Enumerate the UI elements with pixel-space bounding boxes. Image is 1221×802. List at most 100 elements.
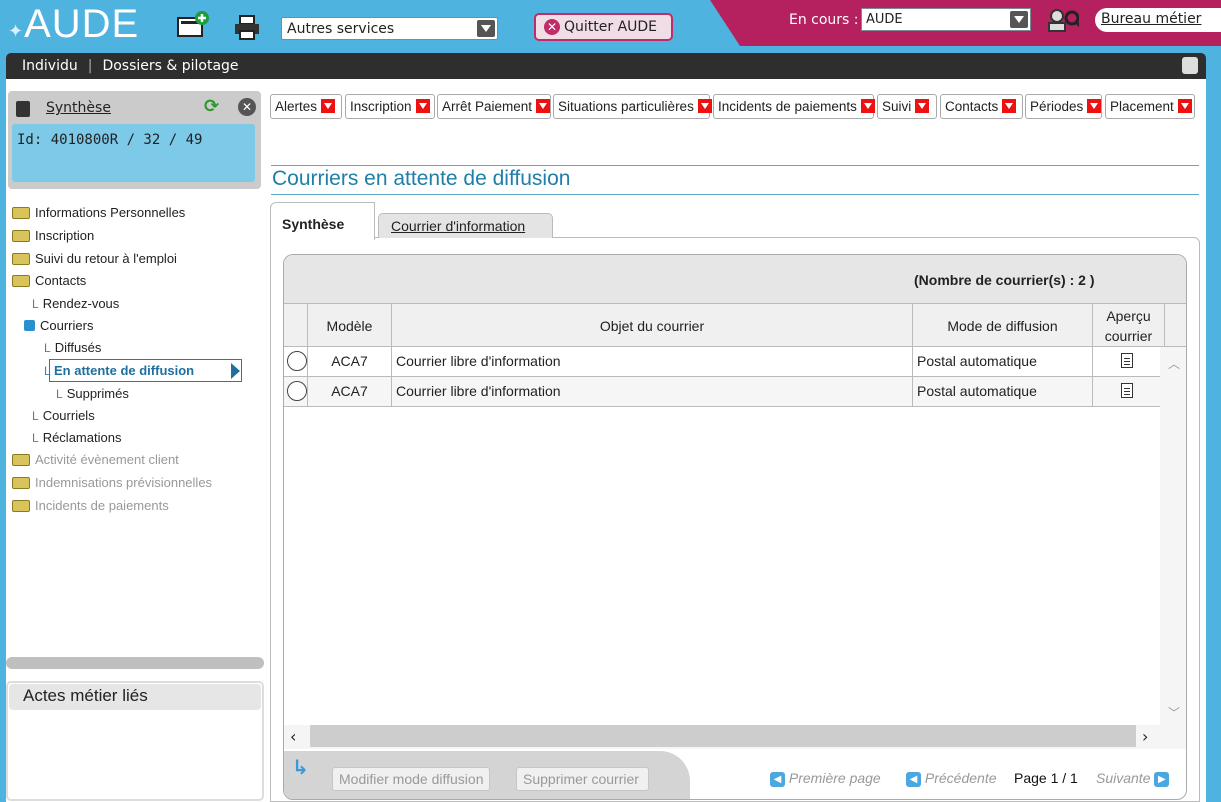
collapse-icon[interactable]: [24, 320, 35, 331]
tree-item-suivi-retour-emploi[interactable]: Suivi du retour à l'emploi: [12, 251, 177, 266]
chevron-down-icon: [321, 99, 336, 113]
dossier-id: Id: 4010800R / 32 / 49: [17, 132, 203, 148]
folder-icon: [12, 477, 30, 489]
synthese-link[interactable]: Synthèse: [46, 100, 111, 116]
search-people-icon[interactable]: [1045, 6, 1079, 36]
menu-arret-paiement[interactable]: Arrêt Paiement: [437, 94, 551, 119]
cell-objet: Courrier libre d'information: [392, 347, 913, 376]
menu-suivi[interactable]: Suivi: [877, 94, 937, 119]
folder-icon: [12, 253, 30, 265]
chevron-down-icon[interactable]: ﹀: [1168, 704, 1180, 721]
vertical-scrollbar[interactable]: ︿ ﹀: [1160, 347, 1186, 725]
document-preview-icon[interactable]: [1120, 383, 1133, 398]
printer-icon[interactable]: [230, 12, 264, 42]
tree-scrollbar[interactable]: [6, 657, 264, 669]
chevron-down-icon: [860, 99, 875, 113]
page-indicator: Page 1 / 1: [1014, 770, 1078, 786]
nav-individu[interactable]: Individu: [22, 58, 78, 74]
tree-branch-icon: L: [32, 297, 39, 311]
delete-courrier-button[interactable]: Supprimer courrier: [516, 767, 649, 791]
table-row[interactable]: ACA7 Courrier libre d'information Postal…: [284, 377, 1160, 407]
previous-page-link[interactable]: ◀ Précédente: [906, 770, 997, 787]
chevron-right-icon[interactable]: ›: [1142, 727, 1148, 746]
tree-item-inscription[interactable]: Inscription: [12, 228, 94, 243]
tree-item-incidents-paiements[interactable]: Incidents de paiements: [12, 498, 169, 513]
close-icon: ✕: [544, 19, 560, 35]
quit-button[interactable]: ✕ Quitter AUDE: [534, 13, 673, 41]
chevron-down-icon: [415, 99, 430, 113]
first-page-link[interactable]: ◀ Première page: [770, 770, 881, 787]
chevron-down-icon: [536, 99, 551, 113]
preview-cell: [1093, 347, 1160, 376]
modify-diffusion-button[interactable]: Modifier mode diffusion: [332, 767, 491, 791]
menu-situations-particulieres[interactable]: Situations particulières: [553, 94, 712, 119]
document-preview-icon[interactable]: [1120, 353, 1133, 368]
col-select: [284, 304, 308, 348]
menu-incidents-paiements[interactable]: Incidents de paiements: [713, 94, 875, 119]
tree-item-courriers[interactable]: Courriers: [24, 318, 93, 333]
tree-item-informations-personnelles[interactable]: Informations Personnelles: [12, 205, 185, 220]
lock-icon[interactable]: [1182, 57, 1198, 74]
chevron-down-icon: [697, 99, 712, 113]
chevron-left-icon[interactable]: ‹: [290, 727, 296, 746]
tree-item-rendez-vous[interactable]: L Rendez-vous: [32, 296, 119, 311]
menu-placement[interactable]: Placement: [1105, 94, 1195, 119]
close-icon[interactable]: ✕: [238, 98, 256, 116]
row-radio[interactable]: [284, 347, 308, 376]
menu-alertes[interactable]: Alertes: [270, 94, 342, 119]
actes-metier-title: Actes métier liés: [9, 684, 261, 710]
tree-item-contacts[interactable]: Contacts: [12, 273, 86, 288]
refresh-icon[interactable]: ⟳: [204, 96, 219, 117]
tab-courrier-information[interactable]: Courrier d'information: [378, 213, 553, 238]
tab-synthese[interactable]: Synthèse: [270, 202, 375, 240]
tree-item-reclamations[interactable]: L Réclamations: [32, 430, 121, 445]
row-radio[interactable]: [284, 377, 308, 406]
bureau-metier-link[interactable]: Bureau métier: [1095, 8, 1221, 32]
nav-dossiers[interactable]: Dossiers & pilotage: [102, 58, 238, 74]
new-window-icon[interactable]: [176, 10, 210, 40]
tree-item-diffuses[interactable]: L Diffusés: [44, 340, 101, 355]
grid-header: Modèle Objet du courrier Mode de diffusi…: [284, 303, 1186, 348]
page-title: Courriers en attente de diffusion: [272, 167, 571, 190]
col-modele[interactable]: Modèle: [308, 304, 392, 348]
cell-objet: Courrier libre d'information: [392, 377, 913, 406]
folder-icon: [12, 500, 30, 512]
cell-modele: ACA7: [308, 347, 392, 376]
chevron-down-icon: [915, 99, 930, 113]
menu-contacts[interactable]: Contacts: [940, 94, 1023, 119]
tree-item-en-attente-diffusion[interactable]: En attente de diffusion: [49, 359, 242, 382]
col-objet[interactable]: Objet du courrier: [392, 304, 913, 348]
chevron-up-icon[interactable]: ︿: [1168, 355, 1180, 372]
chevron-down-icon: [1002, 99, 1017, 113]
tree-item-courriels[interactable]: L Courriels: [32, 408, 95, 423]
folder-icon: [12, 454, 30, 466]
col-mode-diffusion[interactable]: Mode de diffusion: [913, 304, 1093, 348]
divider: [271, 194, 1199, 195]
tree-branch-icon: L: [56, 387, 63, 401]
cell-mode: Postal automatique: [913, 377, 1093, 406]
tree-item-indemnisations-previsionnelles[interactable]: Indemnisations prévisionnelles: [12, 475, 212, 490]
aude-logo: ✦AUDE: [8, 2, 140, 46]
divider: [271, 165, 1199, 166]
table-row[interactable]: ACA7 Courrier libre d'information Postal…: [284, 347, 1160, 377]
horizontal-scrollbar[interactable]: ‹ ›: [284, 725, 1186, 749]
menu-inscription[interactable]: Inscription: [345, 94, 435, 119]
scroll-thumb[interactable]: [310, 725, 1136, 747]
encours-select[interactable]: AUDE: [861, 8, 1031, 31]
tree-branch-icon: L: [44, 341, 51, 355]
tree-branch-icon: L: [32, 409, 39, 423]
folder-icon: [12, 230, 30, 242]
chevron-down-icon: [1087, 99, 1102, 113]
tree-branch-icon: L: [32, 431, 39, 445]
folder-icon: [12, 275, 30, 287]
preview-cell: [1093, 377, 1160, 406]
tree-item-supprimes[interactable]: L Supprimés: [56, 386, 129, 401]
chevron-left-icon: ◀: [770, 772, 785, 787]
services-select[interactable]: Autres services: [281, 17, 498, 40]
col-apercu[interactable]: Aperçu courrier: [1093, 304, 1165, 348]
menu-periodes[interactable]: Périodes: [1025, 94, 1102, 119]
next-page-link[interactable]: Suivante ▶: [1096, 770, 1170, 787]
cell-mode: Postal automatique: [913, 347, 1093, 376]
chevron-down-icon: [477, 20, 495, 37]
tree-item-activite-evenement-client[interactable]: Activité évènement client: [12, 452, 179, 467]
